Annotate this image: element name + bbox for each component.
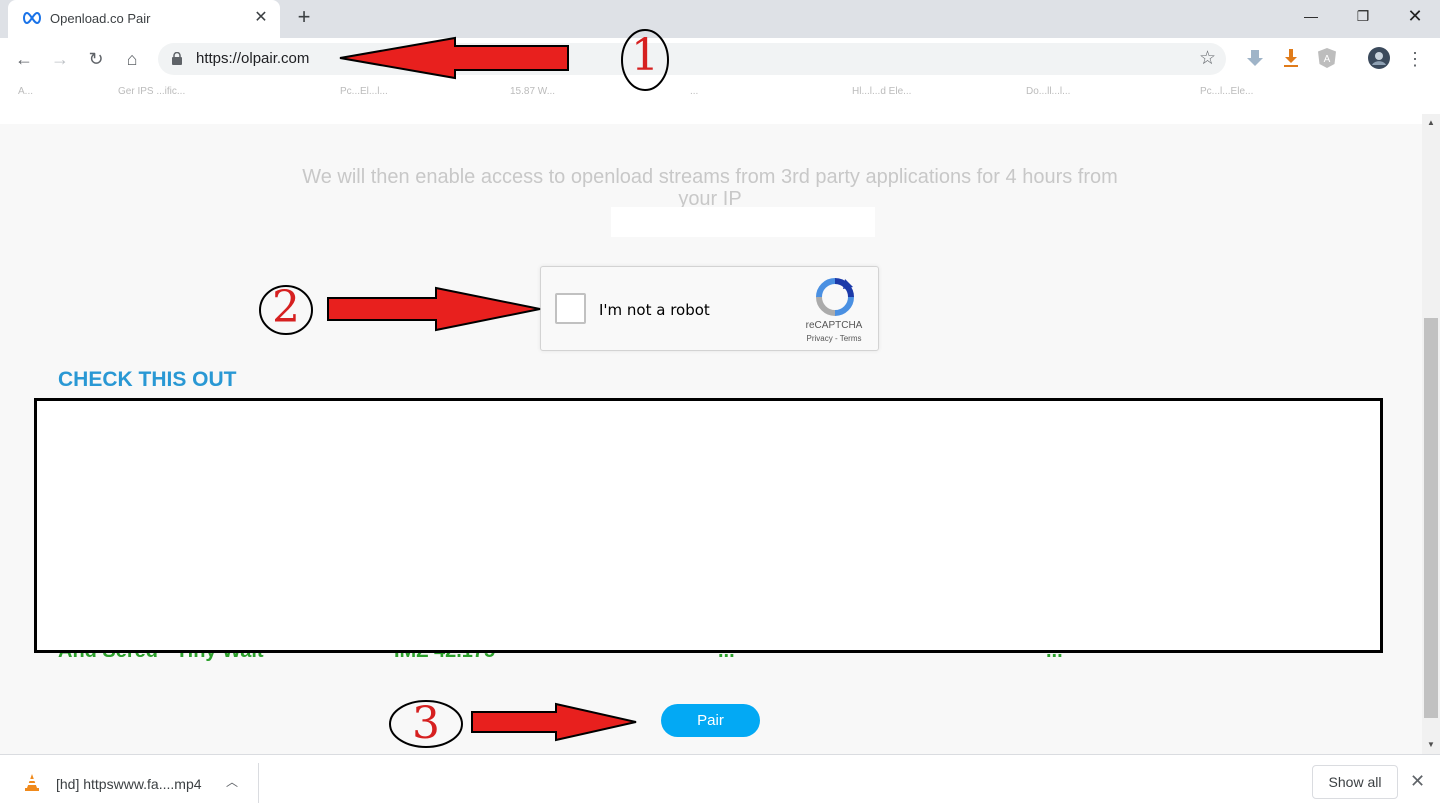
annotation-arrow-2 [327, 286, 541, 332]
annotation-number-3: 3 [412, 698, 440, 749]
divider [258, 763, 259, 803]
annotation-layer [259, 29, 669, 748]
vlc-cone-icon [25, 774, 39, 791]
close-download-bar-icon[interactable]: ✕ [1410, 771, 1425, 792]
annotation-number-2: 2 [272, 282, 300, 333]
show-all-button[interactable]: Show all [1312, 765, 1398, 799]
chevron-up-icon[interactable]: ︿ [226, 773, 238, 790]
annotation-arrow-1 [339, 36, 569, 80]
annotation-arrow-3 [471, 702, 637, 742]
download-bar: [hd] httpswww.fa....mp4 ︿ Show all ✕ [0, 754, 1440, 810]
download-filename[interactable]: [hd] httpswww.fa....mp4 [56, 776, 202, 792]
annotation-number-1: 1 [631, 30, 659, 81]
